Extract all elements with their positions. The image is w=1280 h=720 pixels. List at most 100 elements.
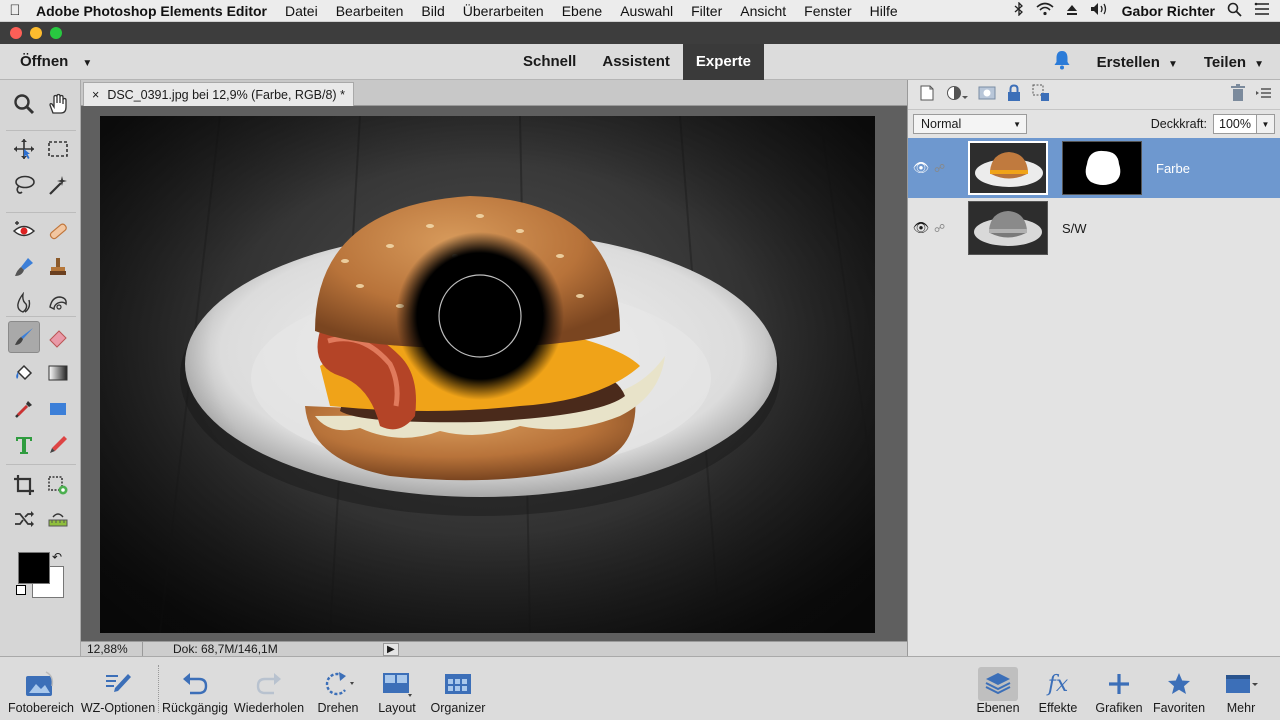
link-chain-icon[interactable]: ☍ — [934, 222, 968, 235]
document-tab[interactable]: × DSC_0391.jpg bei 12,9% (Farbe, RGB/8) … — [83, 82, 354, 106]
opacity-dropdown-icon[interactable]: ▼ — [1257, 114, 1275, 134]
menu-ansicht[interactable]: Ansicht — [740, 3, 786, 19]
menu-bearbeiten[interactable]: Bearbeiten — [336, 3, 404, 19]
default-colors-icon[interactable] — [16, 585, 26, 595]
menu-ebene[interactable]: Ebene — [562, 3, 602, 19]
create-menu-button[interactable]: Erstellen ▼ — [1097, 54, 1178, 71]
foreground-color-swatch[interactable] — [18, 552, 50, 584]
layout-button[interactable]: Layout — [372, 657, 422, 720]
layer-name[interactable]: Farbe — [1156, 161, 1190, 176]
quick-selection-icon[interactable] — [42, 169, 74, 201]
opacity-field[interactable]: 100% — [1213, 114, 1257, 134]
redo-button[interactable]: Wiederholen — [232, 657, 306, 720]
content-aware-move-icon[interactable] — [8, 503, 40, 535]
graphics-button[interactable]: Grafiken — [1092, 657, 1146, 720]
zoom-window-button[interactable] — [50, 27, 62, 39]
apple-icon[interactable]:  — [0, 2, 30, 19]
crop-tool-icon[interactable] — [8, 469, 40, 501]
user-menu[interactable]: Gabor Richter — [1122, 3, 1215, 19]
lasso-tool-icon[interactable] — [8, 169, 40, 201]
layers-label: Ebenen — [976, 701, 1020, 715]
menu-auswahl[interactable]: Auswahl — [620, 3, 673, 19]
zoom-level[interactable]: 12,88% — [81, 642, 143, 656]
layer-thumbnail[interactable] — [968, 141, 1048, 195]
delete-layer-icon[interactable] — [1230, 84, 1246, 105]
bluetooth-icon[interactable] — [1014, 1, 1024, 19]
recompose-tool-icon[interactable] — [42, 469, 74, 501]
layers-panel-button[interactable]: Ebenen — [974, 657, 1022, 720]
minimize-window-button[interactable] — [30, 27, 42, 39]
menu-filter[interactable]: Filter — [691, 3, 722, 19]
visibility-eye-icon[interactable]: 👁 — [908, 220, 934, 236]
rectangular-marquee-icon[interactable] — [42, 133, 74, 165]
status-menu-arrow-icon[interactable]: ▶ — [383, 642, 399, 656]
visibility-eye-icon[interactable]: 👁 — [908, 160, 934, 176]
tool-group-modify — [6, 464, 76, 538]
mode-tabs: Schnell Assistent Experte — [510, 44, 764, 80]
menu-fenster[interactable]: Fenster — [804, 3, 851, 19]
lock-transparency-icon[interactable] — [1032, 84, 1050, 105]
photo-bin-button[interactable]: Fotobereich — [6, 657, 76, 720]
wifi-icon[interactable] — [1036, 2, 1054, 19]
panel-menu-icon[interactable] — [1256, 86, 1272, 103]
undo-button[interactable]: Rückgängig — [160, 657, 230, 720]
link-chain-icon[interactable]: ☍ — [934, 162, 968, 175]
zoom-tool-icon[interactable] — [8, 88, 40, 120]
rotate-button[interactable]: Drehen — [310, 657, 366, 720]
lock-all-icon[interactable] — [1006, 84, 1022, 105]
notification-bell-icon[interactable] — [1053, 50, 1071, 74]
organizer-button[interactable]: Organizer — [426, 657, 490, 720]
menu-ueberarbeiten[interactable]: Überarbeiten — [463, 3, 544, 19]
move-tool-icon[interactable] — [8, 133, 40, 165]
paint-bucket-icon[interactable] — [8, 357, 40, 389]
text-tool-icon[interactable] — [8, 429, 40, 461]
tab-experte[interactable]: Experte — [682, 44, 764, 80]
blend-mode-select[interactable]: Normal ▼ — [913, 114, 1027, 134]
eyedropper-icon[interactable] — [8, 393, 40, 425]
close-window-button[interactable] — [10, 27, 22, 39]
tab-assistent[interactable]: Assistent — [589, 44, 683, 80]
swap-colors-icon[interactable]: ↶ — [52, 550, 62, 564]
red-eye-tool-icon[interactable] — [8, 215, 40, 247]
layer-name[interactable]: S/W — [1062, 221, 1087, 236]
healing-brush-icon[interactable] — [42, 215, 74, 247]
smart-brush-icon[interactable] — [8, 251, 40, 283]
adjustment-layer-icon[interactable] — [946, 84, 968, 105]
notification-center-icon[interactable] — [1254, 2, 1270, 19]
tab-schnell[interactable]: Schnell — [510, 44, 589, 80]
pencil-tool-icon[interactable] — [42, 429, 74, 461]
hand-tool-icon[interactable] — [42, 88, 74, 120]
menu-bild[interactable]: Bild — [421, 3, 444, 19]
more-button[interactable]: Mehr — [1216, 657, 1266, 720]
gradient-tool-icon[interactable] — [42, 357, 74, 389]
effects-button[interactable]: fx Effekte — [1034, 657, 1082, 720]
document-image[interactable] — [100, 116, 875, 633]
layer-thumbnail[interactable] — [968, 201, 1048, 255]
new-layer-icon[interactable] — [918, 84, 936, 105]
canvas-area[interactable] — [81, 106, 907, 641]
close-tab-icon[interactable]: × — [92, 88, 99, 102]
sponge-tool-icon[interactable] — [42, 287, 74, 319]
menu-hilfe[interactable]: Hilfe — [870, 3, 898, 19]
layer-mask-thumbnail[interactable] — [1062, 141, 1142, 195]
more-label: Mehr — [1226, 701, 1256, 715]
brush-tool-icon[interactable] — [8, 321, 40, 353]
straighten-tool-icon[interactable] — [42, 503, 74, 535]
open-button[interactable]: Öffnen ▼ — [20, 53, 92, 70]
eraser-tool-icon[interactable] — [42, 321, 74, 353]
layer-row-sw[interactable]: 👁 ☍ S/W — [908, 198, 1280, 258]
clone-stamp-icon[interactable] — [42, 251, 74, 283]
layer-row-farbe[interactable]: 👁 ☍ Farbe — [908, 138, 1280, 198]
favorites-button[interactable]: Favoriten — [1150, 657, 1208, 720]
app-name-menu[interactable]: Adobe Photoshop Elements Editor — [36, 3, 267, 19]
layer-mask-icon[interactable] — [978, 84, 996, 105]
volume-icon[interactable] — [1090, 2, 1110, 19]
share-menu-button[interactable]: Teilen ▼ — [1204, 54, 1264, 71]
spotlight-search-icon[interactable] — [1227, 2, 1242, 20]
layer-options-row: Normal ▼ Deckkraft: 100% ▼ — [908, 110, 1280, 138]
shape-tool-icon[interactable] — [42, 393, 74, 425]
menu-datei[interactable]: Datei — [285, 3, 318, 19]
tool-options-button[interactable]: WZ-Optionen — [80, 657, 156, 720]
blur-tool-icon[interactable] — [8, 287, 40, 319]
eject-icon[interactable] — [1066, 3, 1078, 19]
